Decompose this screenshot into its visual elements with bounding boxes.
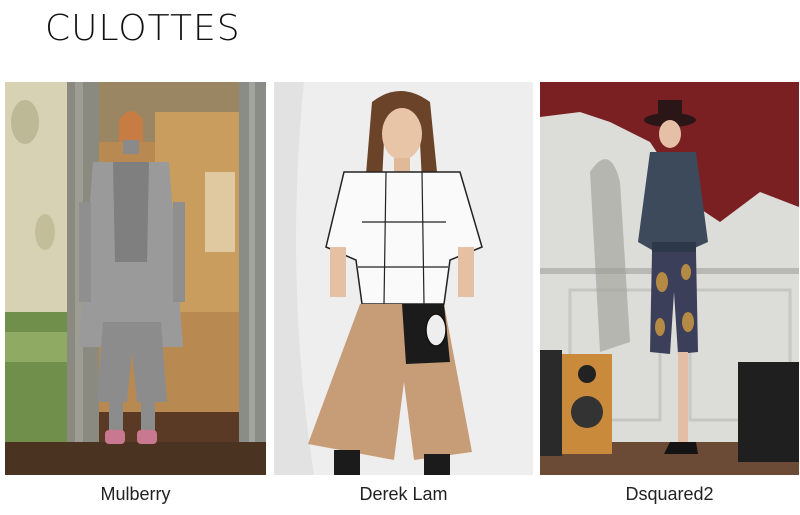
look-photo-dsquared2 [540,82,799,475]
designer-caption-dsquared2: Dsquared2 [625,484,714,504]
look-photo-mulberry [5,82,266,475]
look-photo-derek-lam [274,82,533,475]
designer-caption-mulberry: Mulberry [100,484,171,504]
designer-caption-derek-lam: Derek Lam [359,484,448,504]
page-title: CULOTTES [45,8,241,49]
